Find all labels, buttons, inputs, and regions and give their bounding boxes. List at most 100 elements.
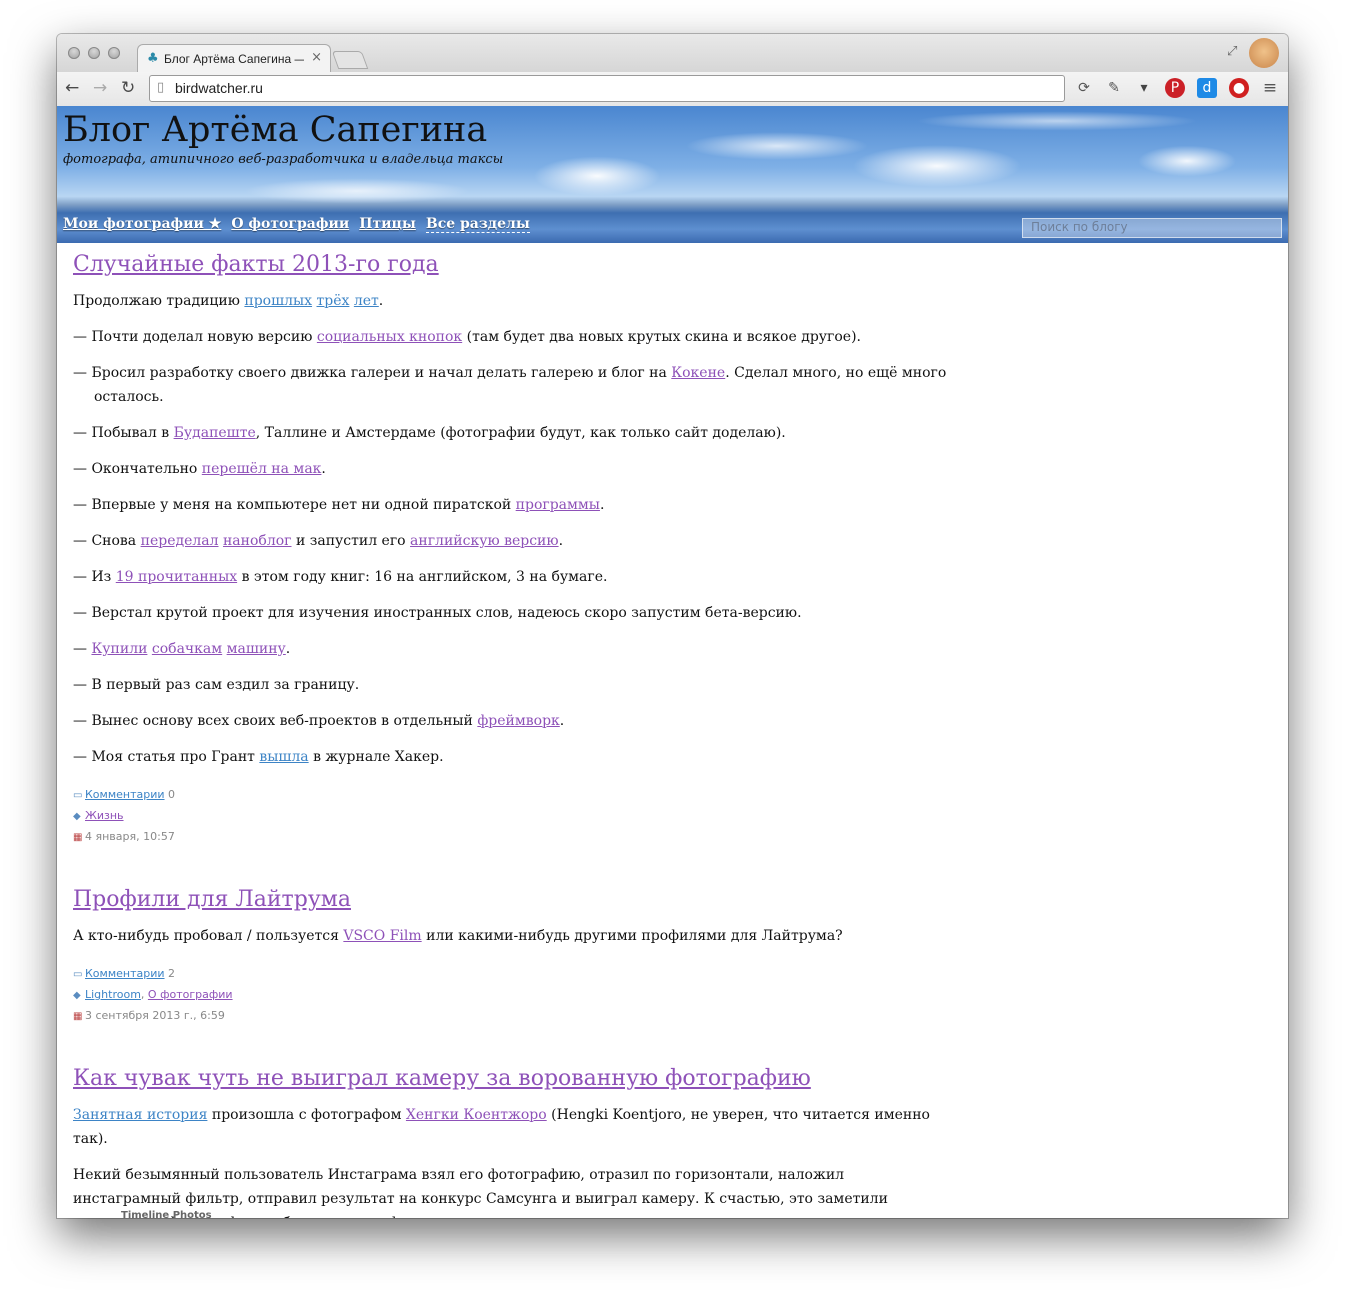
post-title: Как чувак чуть не выиграл камеру за воро… [73,1065,953,1093]
menu-icon[interactable]: ≡ [1260,78,1280,98]
link[interactable]: вышла [259,749,308,765]
tag-link[interactable]: Lightroom [85,988,141,1001]
link-years[interactable]: лет [354,293,379,309]
calendar-icon: ▦ [73,1011,83,1022]
adblock-extension-icon[interactable]: ● [1229,78,1249,98]
page-viewport: Блог Артёма Сапегина фотографа, атипично… [57,106,1288,1218]
list-item: — Купили собачкам машину. [73,637,953,661]
post: Случайные факты 2013-го года Продолжаю т… [73,251,953,848]
link[interactable]: 19 прочитанных [116,569,237,585]
text: . [599,497,605,513]
new-tab-button[interactable] [331,51,369,69]
text: — Окончательно [73,461,202,477]
text: — Моя статья про Грант [73,749,260,765]
embed-label: Timeline Photos [121,1210,212,1218]
link[interactable]: английскую версию [410,533,559,549]
list-item: — Бросил разработку своего движка галере… [73,361,953,409]
blog-subtitle: фотографа, атипичного веб-разработчика и… [63,152,504,167]
address-bar[interactable]: ▯ birdwatcher.ru [149,75,1065,102]
list-item: — Из 19 прочитанных в этом году книг: 16… [73,565,953,589]
link[interactable]: социальных кнопок [317,329,462,345]
link[interactable]: программы [516,497,600,513]
text: . [558,533,564,549]
comments-link[interactable]: Комментарии [85,788,165,801]
link[interactable]: Купили [91,641,147,657]
post-title: Случайные факты 2013-го года [73,251,953,279]
text: — Впервые у меня на компьютере нет ни од… [73,497,516,513]
tag-link[interactable]: О фотографии [148,988,233,1001]
list-item: — Вынес основу всех своих веб-проектов в… [73,709,953,733]
link[interactable]: машину [227,641,286,657]
nav-birds[interactable]: Птицы [359,216,416,232]
posts-list: Случайные факты 2013-го года Продолжаю т… [73,251,953,1218]
minimize-window-button[interactable] [88,47,100,59]
text: или какими-нибудь другими профилями для … [421,928,843,944]
forward-icon[interactable]: → [93,78,107,98]
text: (там будет два новых крутых скина и всяк… [462,329,861,345]
link[interactable]: переделал [141,533,219,549]
comment-icon: ▭ [73,969,83,980]
link-photographer[interactable]: Хенгки Коентжоро [406,1107,547,1123]
text: — [73,641,92,657]
calendar-icon: ▦ [73,832,83,843]
search-input[interactable]: Поиск по блогу [1022,218,1282,238]
post-date: 4 января, 10:57 [85,830,175,843]
nav-my-photos[interactable]: Мои фотографии ★ [63,216,221,232]
post-body: А кто-нибудь пробовал / пользуется VSCO … [73,924,953,948]
main-nav: Мои фотографии ★ О фотографии Птицы Все раз… [63,216,540,233]
tag-icon: ◆ [73,990,81,1001]
tab-title: Блог Артёма Сапегина — [164,52,304,66]
text: . [321,461,326,477]
text: . [559,713,565,729]
post-title-link[interactable]: Случайные факты 2013-го года [73,252,439,277]
comments-link[interactable]: Комментарии [85,967,165,980]
list-item: — Побывал в Будапеште, Таллине и Амстерд… [73,421,953,445]
readability-extension-icon[interactable]: d [1197,78,1217,98]
link[interactable]: фреймворк [477,713,559,729]
text: — Вынес основу всех своих веб-проектов в… [73,713,478,729]
text: — Верстал крутой проект для изучения ино… [73,605,802,621]
browser-tab[interactable]: ♣ Блог Артёма Сапегина — × [137,44,331,73]
nav-all-sections[interactable]: Все разделы [425,216,530,233]
browser-window: ♣ Блог Артёма Сапегина — × ⤢ ← → ↻ ▯ bir… [57,34,1288,1218]
close-window-button[interactable] [68,47,80,59]
list-item: — Почти доделал новую версию социальных … [73,325,953,349]
search-placeholder: Поиск по блогу [1031,220,1128,234]
profile-avatar-icon[interactable] [1249,38,1279,68]
text: — Бросил разработку своего движка галере… [73,365,672,381]
link[interactable]: собачкам [152,641,222,657]
text: Продолжаю традицию [73,293,245,309]
pinterest-extension-icon[interactable]: P [1165,78,1185,98]
link-past[interactable]: прошлых [244,293,312,309]
link-three[interactable]: трёх [317,293,350,309]
pocket-extension-icon[interactable]: ▾ [1134,78,1154,98]
list-item: — Верстал крутой проект для изучения ино… [73,601,953,625]
post: Профили для Лайтрума А кто-нибудь пробов… [73,886,953,1027]
list-item: — Снова переделал наноблог и запустил ег… [73,529,953,553]
tag-link[interactable]: Жизнь [85,809,124,822]
zoom-window-button[interactable] [108,47,120,59]
link[interactable]: Кокене [671,365,725,381]
link[interactable]: наноблог [223,533,292,549]
list-item: — Впервые у меня на компьютере нет ни од… [73,493,953,517]
sync-extension-icon[interactable]: ⟳ [1074,78,1094,98]
link[interactable]: перешёл на мак [202,461,322,477]
post-intro: Продолжаю традицию прошлых трёх лет. [73,289,953,313]
tab-bar: ♣ Блог Артёма Сапегина — × ⤢ [57,34,1288,73]
evernote-extension-icon[interactable]: ✎ [1104,78,1124,98]
post-title-link[interactable]: Как чувак чуть не выиграл камеру за воро… [73,1066,811,1091]
close-tab-icon[interactable]: × [311,50,322,65]
link[interactable]: Будапеште [174,425,256,441]
fullscreen-icon[interactable]: ⤢ [1227,44,1237,59]
link-story[interactable]: Занятная история [73,1107,207,1123]
back-icon[interactable]: ← [65,78,79,98]
text: . [285,641,291,657]
post-title-link[interactable]: Профили для Лайтрума [73,887,351,912]
post-meta: ▭ Комментарии 0 ◆ Жизнь ▦ 4 января, 10:57 [73,785,953,848]
reload-icon[interactable]: ↻ [121,78,135,98]
text: . [378,293,384,309]
nav-about-photo[interactable]: О фотографии [231,216,349,232]
blog-title[interactable]: Блог Артёма Сапегина [63,110,487,150]
url-text: birdwatcher.ru [175,80,263,96]
link-vsco[interactable]: VSCO Film [343,928,421,944]
